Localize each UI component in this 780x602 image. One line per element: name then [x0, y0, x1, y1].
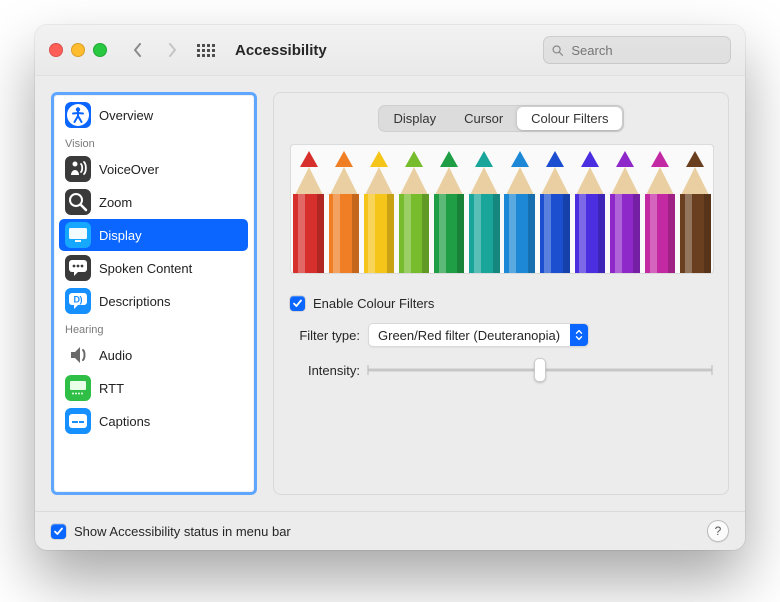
window-toolbar: Accessibility	[35, 25, 745, 76]
preview-pencil	[608, 145, 643, 273]
spoken-icon	[65, 255, 91, 281]
show-all-prefs-button[interactable]	[195, 39, 217, 61]
sidebar-item-label: Zoom	[99, 195, 132, 210]
preview-pencil	[502, 145, 537, 273]
sidebar-item-label: Audio	[99, 348, 132, 363]
preview-pencil	[467, 145, 502, 273]
window-footer: Show Accessibility status in menu bar ?	[35, 511, 745, 550]
sidebar-item-overview[interactable]: Overview	[59, 99, 248, 131]
preview-pencil	[643, 145, 678, 273]
enable-colour-filters-checkbox[interactable]	[290, 296, 305, 311]
preview-pencil	[326, 145, 361, 273]
sidebar-item-label: Descriptions	[99, 294, 171, 309]
sidebar-item-spoken-content[interactable]: Spoken Content	[59, 252, 248, 284]
sidebar-item-label: Captions	[99, 414, 150, 429]
intensity-slider[interactable]	[368, 359, 712, 381]
preview-pencil	[432, 145, 467, 273]
preview-pencil	[678, 145, 713, 273]
search-icon	[552, 44, 563, 57]
show-status-menubar-checkbox[interactable]	[51, 524, 66, 539]
preview-pencil	[397, 145, 432, 273]
enable-colour-filters-row: Enable Colour Filters	[290, 296, 712, 311]
chevron-right-icon	[167, 43, 177, 57]
close-window-button[interactable]	[49, 43, 63, 57]
filter-type-label: Filter type:	[290, 328, 360, 343]
chevron-left-icon	[133, 43, 143, 57]
sidebar-item-zoom[interactable]: Zoom	[59, 186, 248, 218]
sidebar-item-label: RTT	[99, 381, 124, 396]
accessibility-sidebar: Overview Vision VoiceOver Zoom Display Spoken…	[51, 92, 257, 495]
descriptions-icon: D)	[65, 288, 91, 314]
window-traffic-lights	[49, 43, 107, 57]
enable-colour-filters-label: Enable Colour Filters	[313, 296, 434, 311]
tab-display[interactable]: Display	[380, 107, 451, 130]
preview-pencil	[291, 145, 326, 273]
intensity-row: Intensity:	[290, 359, 712, 381]
preview-pencil	[537, 145, 572, 273]
search-input[interactable]	[569, 42, 722, 59]
accessibility-prefs-window: Accessibility Overview Vision VoiceOver Zoo…	[35, 25, 745, 550]
sidebar-item-voiceover[interactable]: VoiceOver	[59, 153, 248, 185]
sidebar-item-display[interactable]: Display	[59, 219, 248, 251]
popup-arrows-icon	[575, 329, 583, 341]
preview-pencil	[572, 145, 607, 273]
display-icon	[65, 222, 91, 248]
filter-type-popup[interactable]: Green/Red filter (Deuteranopia)	[368, 323, 589, 347]
svg-text:): )	[80, 295, 83, 305]
sidebar-item-label: Spoken Content	[99, 261, 192, 276]
fullscreen-window-button[interactable]	[93, 43, 107, 57]
sidebar-item-label: VoiceOver	[99, 162, 159, 177]
preview-pencil	[361, 145, 396, 273]
tab-cursor[interactable]: Cursor	[450, 107, 517, 130]
sidebar-item-audio[interactable]: Audio	[59, 339, 248, 371]
sidebar-item-rtt[interactable]: RTT	[59, 372, 248, 404]
audio-icon	[65, 342, 91, 368]
checkmark-icon	[53, 526, 64, 537]
toolbar-search-field[interactable]	[543, 36, 731, 64]
captions-icon	[65, 408, 91, 434]
sidebar-section-header: Hearing	[57, 318, 250, 338]
zoom-icon	[65, 189, 91, 215]
filter-type-row: Filter type: Green/Red filter (Deuterano…	[290, 323, 712, 347]
colour-filter-preview	[290, 144, 714, 274]
display-panel: DisplayCursorColour Filters Enable Colou…	[273, 92, 729, 495]
filter-type-value: Green/Red filter (Deuteranopia)	[378, 328, 560, 343]
overview-icon	[65, 102, 91, 128]
nav-forward-button[interactable]	[161, 39, 183, 61]
display-panel-tabs: DisplayCursorColour Filters	[378, 105, 625, 132]
minimize-window-button[interactable]	[71, 43, 85, 57]
sidebar-item-label: Overview	[99, 108, 153, 123]
nav-back-button[interactable]	[127, 39, 149, 61]
sidebar-item-label: Display	[99, 228, 142, 243]
sidebar-section-header: Vision	[57, 132, 250, 152]
show-status-menubar-label: Show Accessibility status in menu bar	[74, 524, 291, 539]
sidebar-scroll[interactable]: Overview Vision VoiceOver Zoom Display Spoken…	[54, 95, 254, 492]
tab-colour-filters[interactable]: Colour Filters	[517, 107, 622, 130]
intensity-label: Intensity:	[290, 363, 360, 378]
checkmark-icon	[292, 298, 303, 309]
sidebar-item-descriptions[interactable]: D) Descriptions	[59, 285, 248, 317]
sidebar-item-captions[interactable]: Captions	[59, 405, 248, 437]
rtt-icon	[65, 375, 91, 401]
voiceover-icon	[65, 156, 91, 182]
help-button[interactable]: ?	[707, 520, 729, 542]
window-title: Accessibility	[235, 42, 327, 59]
